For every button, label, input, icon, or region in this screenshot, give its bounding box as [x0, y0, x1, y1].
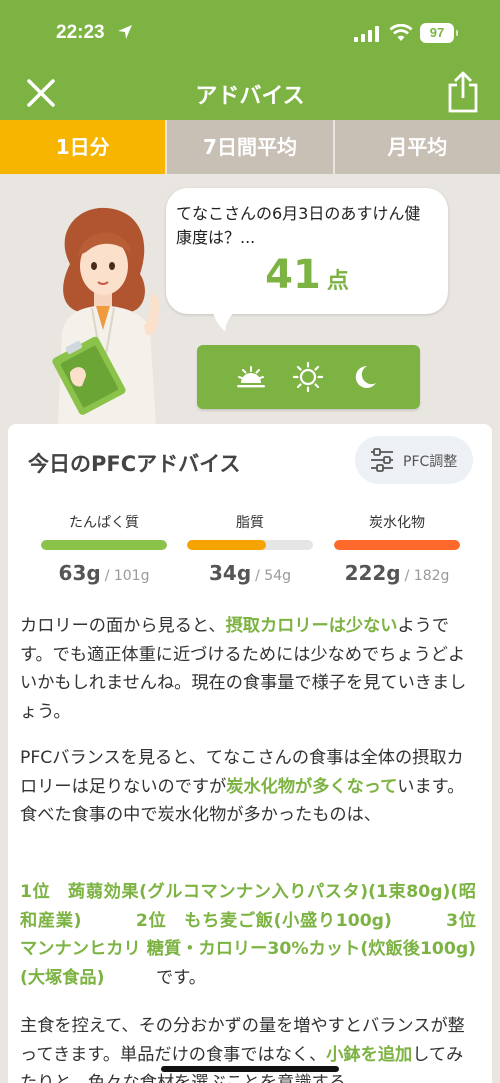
- status-time: 22:23: [56, 22, 105, 43]
- location-arrow-icon: [118, 25, 132, 39]
- sliders-icon: [371, 448, 393, 472]
- protein-summary: たんぱく質 63g/ 101g: [41, 512, 167, 585]
- pfc-adjust-label: PFC調整: [403, 454, 458, 470]
- nutrient-name: たんぱく質: [69, 515, 139, 531]
- nutrient-values: 63g/ 101g: [41, 561, 167, 585]
- pfc-advice-title: 今日のPFCアドバイス: [28, 452, 241, 476]
- nutrient-target: / 54g: [255, 568, 292, 584]
- health-score-hero: てなこさんの6月3日のあすけん健康度は？... 41 点: [0, 174, 500, 424]
- nutrient-intake: 222g: [344, 561, 401, 585]
- nutrient-target: / 182g: [404, 568, 450, 584]
- nav-header: アドバイス: [0, 66, 500, 120]
- tab-one-day[interactable]: 1日分: [0, 120, 166, 174]
- score-speech-bubble: てなこさんの6月3日のあすけん健康度は？... 41 点: [166, 188, 448, 314]
- period-tabs: 1日分 7日間平均 月平均: [0, 120, 500, 174]
- health-score-question: てなこさんの6月3日のあすけん健康度は？...: [176, 204, 421, 247]
- pfc-adjust-button[interactable]: PFC調整: [355, 436, 473, 484]
- calorie-advice-paragraph: カロリーの面から見ると、摂取カロリーは少ないようです。でも適正体重に近づけるため…: [20, 612, 476, 726]
- ranking-item-2: 2位 もち麦ご飯(小盛り100g): [135, 910, 392, 931]
- nutrient-intake: 34g: [208, 561, 252, 585]
- progress-fill: [334, 540, 460, 550]
- health-score-unit: 点: [326, 269, 349, 294]
- advice-highlight: 炭水化物が多くなって: [226, 776, 398, 797]
- nutrient-name: 脂質: [236, 515, 264, 531]
- tab-monthly-average[interactable]: 月平均: [332, 120, 500, 174]
- home-indicator[interactable]: [161, 1066, 339, 1072]
- battery-indicator: 97: [420, 23, 458, 43]
- cellular-signal-icon: [354, 26, 379, 42]
- progress-fill: [41, 540, 167, 550]
- page-title: アドバイス: [195, 84, 305, 109]
- progress-fill: [187, 540, 267, 550]
- carbohydrate-progress-bar: [334, 540, 460, 550]
- carb-ranking-paragraph: 1位 蒟蒻効果(グルコマンナン入りパスタ)(1束80g)(昭和産業) 2位 もち…: [20, 878, 493, 992]
- nutrient-values: 222g/ 182g: [334, 561, 460, 585]
- nutrient-values: 34g/ 54g: [187, 561, 313, 585]
- carbohydrate-summary: 炭水化物 222g/ 182g: [334, 512, 460, 585]
- advice-highlight: 小鉢を追加: [326, 1044, 413, 1065]
- pfc-balance-paragraph: PFCバランスを見ると、てなこさんの食事は全体の摂取カロリーは足りないのですが炭…: [20, 744, 476, 830]
- moon-icon[interactable]: [349, 361, 381, 393]
- nutrient-intake: 63g: [58, 561, 101, 585]
- tab-seven-day-average[interactable]: 7日間平均: [165, 120, 333, 174]
- health-score-value: 41: [265, 252, 321, 298]
- fat-summary: 脂質 34g/ 54g: [187, 512, 313, 585]
- advice-text: カロリーの面から見ると、: [20, 616, 226, 636]
- app-header-area: 22:23 97 アドバイス: [0, 0, 500, 120]
- nutrient-name: 炭水化物: [369, 515, 425, 531]
- protein-progress-bar: [41, 540, 167, 550]
- share-icon[interactable]: [446, 71, 480, 113]
- suggestion-paragraph: 主食を控えて、その分おかずの量を増やすとバランスが整ってきます。単品だけの食事で…: [20, 1012, 476, 1083]
- nurse-illustration: [52, 207, 160, 424]
- advice-text: です。: [156, 967, 206, 988]
- speech-bubble-tail: [212, 308, 238, 332]
- sunrise-icon[interactable]: [235, 361, 267, 393]
- meal-time-selector: [197, 345, 420, 409]
- fat-progress-bar: [187, 540, 313, 550]
- pfc-advice-card: 今日のPFCアドバイス PFC調整 たんぱく質 63g/ 101g 脂質 34g…: [8, 424, 493, 1083]
- sun-icon[interactable]: [292, 361, 324, 393]
- wifi-icon: [389, 24, 413, 41]
- health-score: 41 点: [166, 252, 448, 298]
- advice-highlight: 摂取カロリーは少ない: [225, 616, 398, 636]
- status-bar: 22:23 97: [0, 0, 500, 66]
- nutrient-target: / 101g: [104, 568, 150, 584]
